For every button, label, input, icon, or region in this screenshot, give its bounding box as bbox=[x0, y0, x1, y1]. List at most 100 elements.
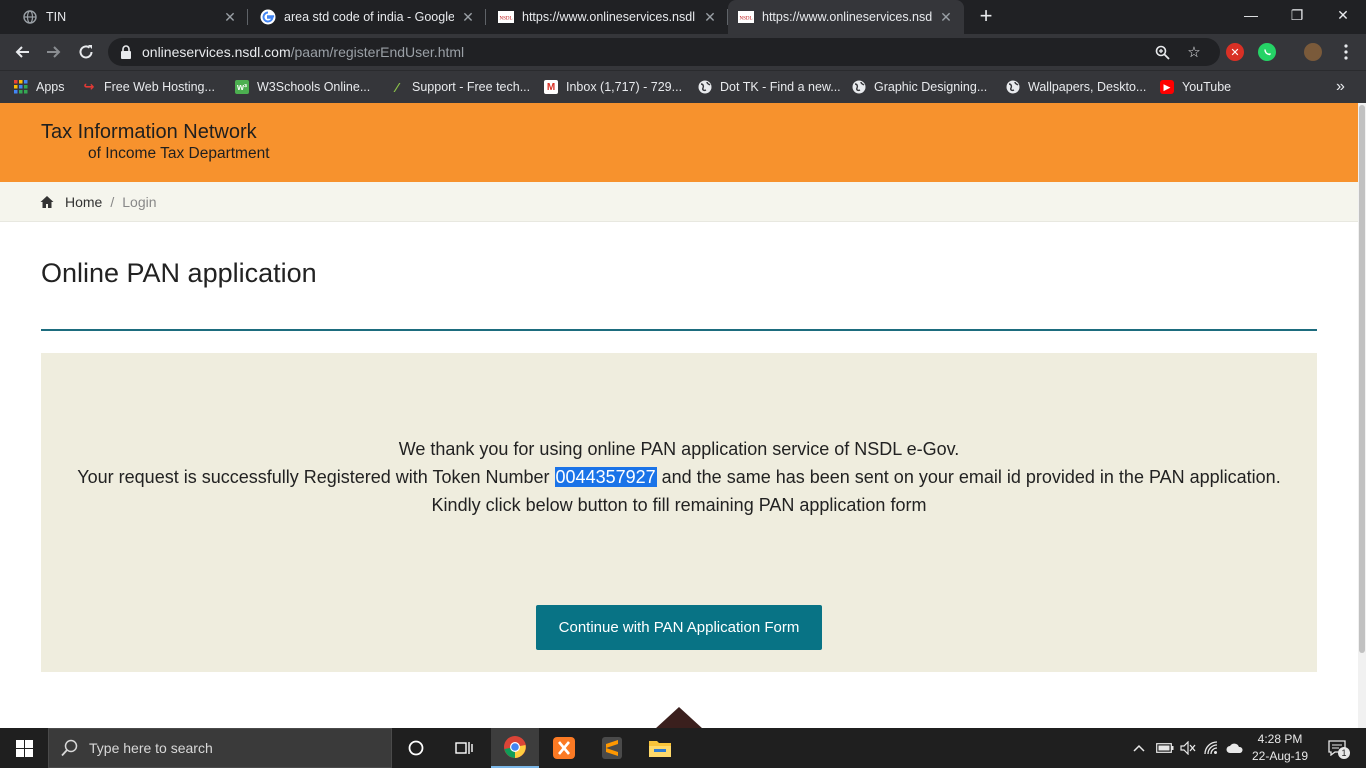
tab-title: area std code of india - Google S bbox=[284, 10, 454, 24]
menu-kebab-icon[interactable] bbox=[1334, 40, 1358, 64]
scrollbar-thumb[interactable] bbox=[1359, 105, 1365, 653]
bookmark-star-icon[interactable]: ☆ bbox=[1186, 44, 1202, 61]
show-hidden-icons-chevron-icon[interactable] bbox=[1130, 728, 1148, 768]
bookmark-label: Graphic Designing... bbox=[874, 80, 988, 94]
taskbar-clock[interactable]: 4:28 PM 22-Aug-19 bbox=[1244, 731, 1316, 765]
bookmark-graphic-designing[interactable]: Graphic Designing... bbox=[852, 77, 987, 97]
new-tab-button[interactable]: + bbox=[974, 5, 998, 29]
close-tab-icon[interactable]: ✕ bbox=[938, 9, 954, 25]
breadcrumb-home-link[interactable]: Home bbox=[65, 194, 102, 210]
bookmark-dot-tk[interactable]: Dot TK - Find a new... bbox=[698, 77, 841, 97]
sublime-text-icon[interactable] bbox=[588, 728, 636, 768]
file-explorer-icon[interactable] bbox=[636, 728, 684, 768]
apps-grid-icon bbox=[14, 80, 28, 94]
back-arrow-icon bbox=[15, 46, 29, 58]
network-icon[interactable] bbox=[1202, 728, 1222, 768]
onedrive-cloud-icon[interactable] bbox=[1224, 728, 1246, 768]
site-logo-title[interactable]: Tax Information Network bbox=[41, 121, 257, 144]
bookmark-gmail-inbox[interactable]: M Inbox (1,717) - 729... bbox=[544, 77, 682, 97]
hosting-icon: ↪ bbox=[83, 79, 95, 94]
globe-icon bbox=[698, 80, 712, 94]
action-center-button[interactable]: 1 bbox=[1320, 728, 1354, 768]
bookmark-label: Wallpapers, Deskto... bbox=[1028, 80, 1147, 94]
tab-google-search[interactable]: area std code of india - Google S ✕ bbox=[250, 0, 486, 34]
reload-button[interactable] bbox=[74, 40, 98, 64]
address-bar[interactable]: onlineservices.nsdl.com/paam/registerEnd… bbox=[108, 38, 1220, 66]
browser-toolbar: onlineservices.nsdl.com/paam/registerEnd… bbox=[0, 34, 1366, 70]
notification-count-badge: 1 bbox=[1338, 747, 1350, 759]
breadcrumb-current: Login bbox=[122, 193, 157, 210]
registration-text-after: and the same has been sent on your email… bbox=[656, 467, 1281, 487]
tab-nsdl-1[interactable]: NSDL https://www.onlineservices.nsdl.c ✕ bbox=[488, 0, 728, 34]
profile-avatar[interactable] bbox=[1304, 43, 1322, 61]
instruction-message: Kindly click below button to fill remain… bbox=[431, 495, 927, 515]
bookmark-w3schools[interactable]: w³ W3Schools Online... bbox=[235, 77, 370, 97]
w3schools-icon: w³ bbox=[235, 80, 249, 94]
adblock-extension-icon[interactable]: ✕ bbox=[1226, 43, 1244, 61]
forward-arrow-icon bbox=[47, 46, 61, 58]
title-divider bbox=[41, 329, 1317, 331]
bookmark-label: YouTube bbox=[1182, 80, 1232, 94]
url-host: onlineservices.nsdl.com bbox=[142, 44, 291, 60]
bookmark-apps[interactable]: Apps bbox=[14, 77, 65, 97]
lock-icon bbox=[121, 45, 131, 59]
nsdl-icon: NSDL bbox=[738, 9, 754, 25]
youtube-icon: ▶ bbox=[1160, 80, 1174, 94]
xampp-icon[interactable] bbox=[540, 728, 588, 768]
bookmark-youtube[interactable]: ▶ YouTube bbox=[1160, 77, 1231, 97]
task-view-icon[interactable] bbox=[440, 728, 488, 768]
bookmark-label: Dot TK - Find a new... bbox=[720, 80, 841, 94]
search-icon bbox=[61, 739, 78, 757]
zoom-icon[interactable] bbox=[1154, 44, 1170, 60]
home-icon bbox=[40, 195, 54, 208]
tab-title: TIN bbox=[46, 10, 67, 24]
clock-time: 4:28 PM bbox=[1257, 732, 1303, 746]
support-icon: ⁄ bbox=[395, 79, 399, 95]
svg-text:NSDL: NSDL bbox=[499, 17, 512, 22]
tab-tin[interactable]: TIN ✕ bbox=[12, 0, 248, 34]
breadcrumb-separator: / bbox=[110, 193, 115, 210]
bookmark-free-web-hosting[interactable]: ↪ Free Web Hosting... bbox=[82, 77, 215, 97]
bookmark-label: Support - Free tech... bbox=[412, 80, 531, 94]
globe-icon bbox=[852, 80, 866, 94]
bookmark-wallpapers[interactable]: Wallpapers, Deskto... bbox=[1006, 77, 1146, 97]
close-tab-icon[interactable]: ✕ bbox=[222, 9, 238, 25]
start-button[interactable] bbox=[0, 728, 48, 768]
bookmarks-overflow-button[interactable]: » bbox=[1336, 77, 1345, 97]
chrome-taskbar-icon[interactable] bbox=[491, 728, 539, 768]
restore-button[interactable]: ❐ bbox=[1274, 0, 1320, 30]
bookmark-support[interactable]: ⁄ Support - Free tech... bbox=[390, 77, 530, 97]
scroll-to-top-icon[interactable] bbox=[655, 707, 703, 728]
thank-you-message: We thank you for using online PAN applic… bbox=[398, 439, 960, 459]
minimize-button[interactable]: — bbox=[1228, 0, 1274, 30]
gmail-icon: M bbox=[544, 80, 558, 94]
windows-taskbar: Type here to search 4:28 PM 22-Aug-19 1 bbox=[0, 728, 1366, 768]
tab-nsdl-active[interactable]: NSDL https://www.onlineservices.nsdl.c ✕ bbox=[728, 0, 964, 34]
close-tab-icon[interactable]: ✕ bbox=[702, 9, 718, 25]
close-window-button[interactable]: ✕ bbox=[1320, 0, 1366, 30]
bookmark-label: W3Schools Online... bbox=[257, 80, 371, 94]
clock-date: 22-Aug-19 bbox=[1251, 749, 1309, 763]
registration-text-before: Your request is successfully Registered … bbox=[77, 467, 555, 487]
site-logo-subtitle: of Income Tax Department bbox=[88, 145, 270, 162]
url-text: onlineservices.nsdl.com/paam/registerEnd… bbox=[142, 44, 464, 60]
nsdl-icon: NSDL bbox=[498, 9, 514, 25]
breadcrumb: Home / Login bbox=[0, 182, 1358, 222]
tab-title: https://www.onlineservices.nsdl.c bbox=[762, 10, 932, 24]
bookmark-label: Apps bbox=[36, 80, 65, 94]
token-number: 0044357927 bbox=[554, 467, 657, 487]
volume-muted-icon[interactable] bbox=[1178, 728, 1198, 768]
taskbar-search-box[interactable]: Type here to search bbox=[48, 728, 392, 768]
windows-logo-icon bbox=[15, 739, 33, 757]
back-button[interactable] bbox=[10, 40, 34, 64]
forward-button[interactable] bbox=[42, 40, 66, 64]
page-scrollbar[interactable] bbox=[1358, 103, 1366, 728]
battery-icon[interactable] bbox=[1154, 728, 1176, 768]
close-tab-icon[interactable]: ✕ bbox=[460, 9, 476, 25]
site-header: Tax Information Network of Income Tax De… bbox=[0, 103, 1358, 182]
whatsapp-extension-icon[interactable] bbox=[1258, 43, 1276, 61]
confirmation-panel: We thank you for using online PAN applic… bbox=[41, 353, 1317, 672]
continue-pan-application-button[interactable]: Continue with PAN Application Form bbox=[536, 605, 822, 650]
cortana-icon[interactable] bbox=[392, 728, 440, 768]
tab-title: https://www.onlineservices.nsdl.c bbox=[522, 10, 696, 24]
